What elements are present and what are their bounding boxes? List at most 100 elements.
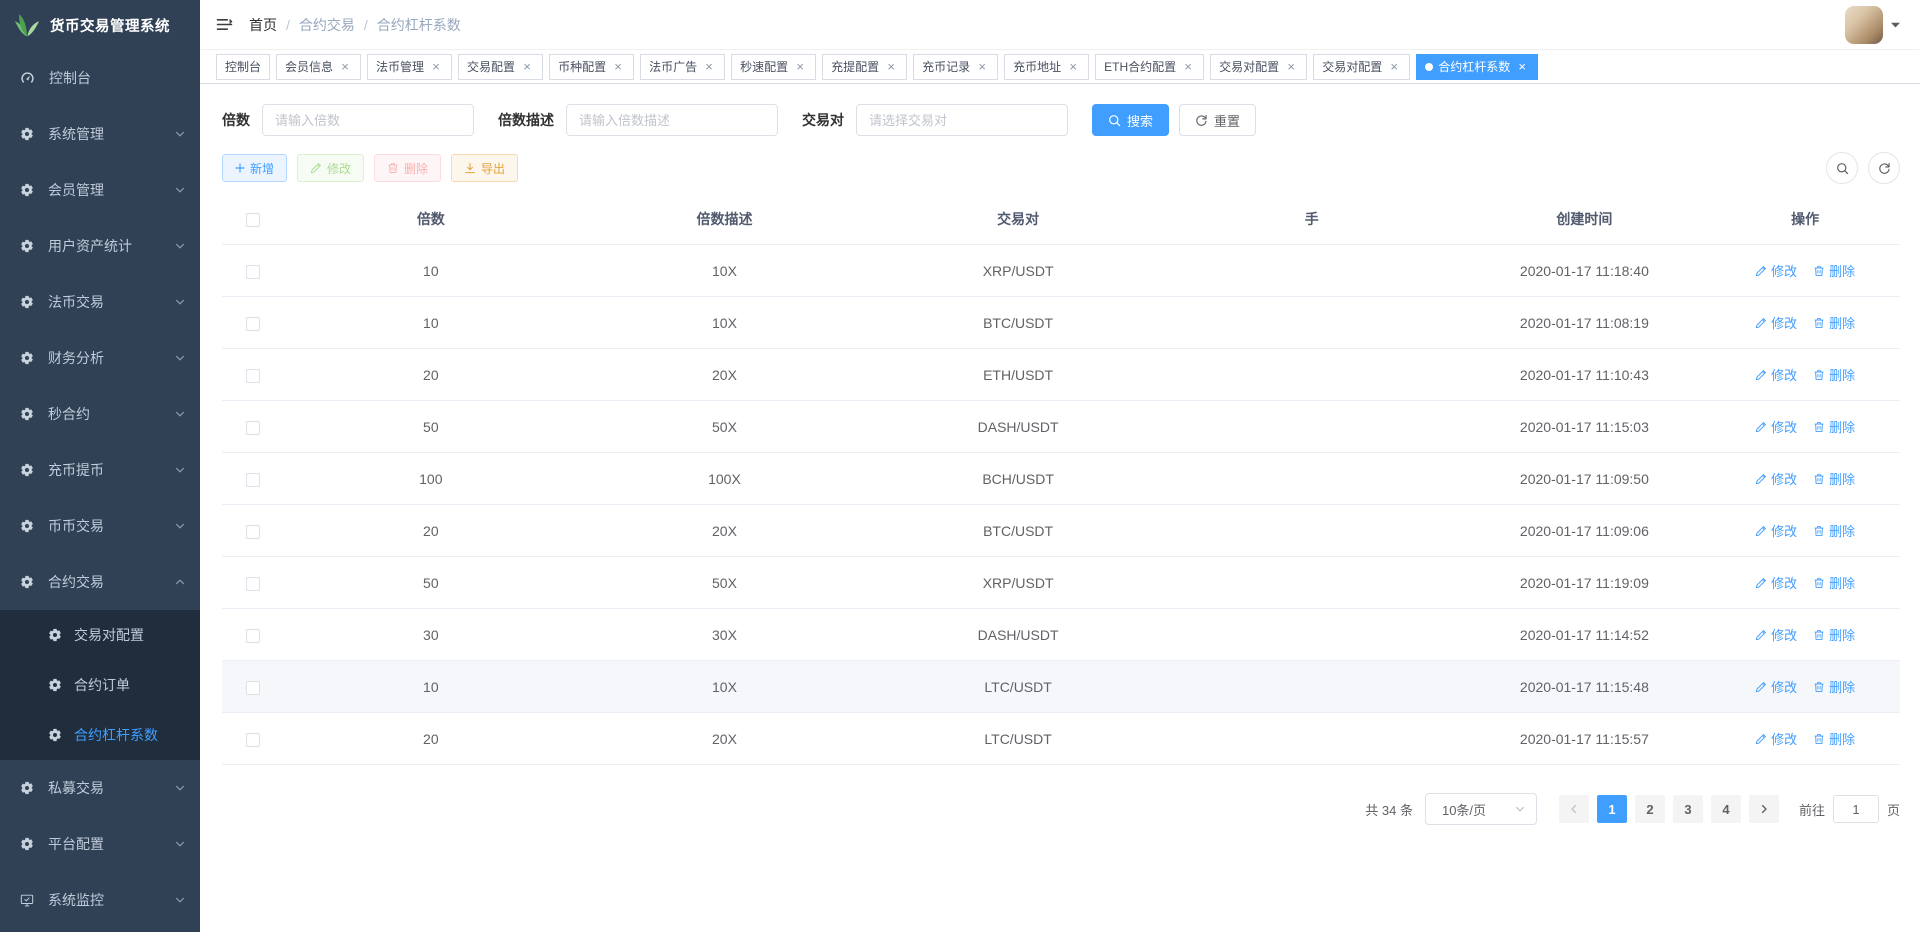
user-avatar[interactable] (1845, 6, 1883, 44)
tab-11[interactable]: ETH合约配置× (1095, 54, 1204, 80)
tab-13[interactable]: 交易对配置× (1313, 54, 1410, 80)
row-edit-link[interactable]: 修改 (1755, 261, 1797, 280)
sidebar-item-2[interactable]: 系统管理 (0, 106, 200, 162)
tab-close-icon[interactable]: × (793, 60, 807, 74)
tab-7[interactable]: 秒速配置× (731, 54, 816, 80)
next-page-button[interactable] (1749, 795, 1779, 823)
tab-close-icon[interactable]: × (975, 60, 989, 74)
delete-button[interactable]: 删除 (374, 154, 441, 182)
multiple-input[interactable] (262, 104, 474, 136)
edit-button[interactable]: 修改 (297, 154, 364, 182)
dashboard-icon (20, 71, 35, 86)
row-delete-link[interactable]: 删除 (1813, 625, 1855, 644)
tab-close-icon[interactable]: × (1181, 60, 1195, 74)
sidebar-subitem-3[interactable]: 合约杠杆系数 (0, 710, 200, 760)
tab-close-icon[interactable]: × (884, 60, 898, 74)
row-delete-link[interactable]: 删除 (1813, 573, 1855, 592)
row-checkbox[interactable] (246, 421, 260, 435)
page-button-1[interactable]: 1 (1597, 795, 1627, 823)
row-delete-link[interactable]: 删除 (1813, 521, 1855, 540)
sidebar-subitem-1[interactable]: 交易对配置 (0, 610, 200, 660)
row-checkbox[interactable] (246, 577, 260, 591)
sidebar-subitem-2[interactable]: 合约订单 (0, 660, 200, 710)
tab-9[interactable]: 充币记录× (913, 54, 998, 80)
row-delete-link[interactable]: 删除 (1813, 729, 1855, 748)
export-button[interactable]: 导出 (451, 154, 518, 182)
row-checkbox[interactable] (246, 733, 260, 747)
row-checkbox[interactable] (246, 369, 260, 383)
avatar-caret-down-icon[interactable] (1891, 22, 1900, 28)
goto-page-input[interactable] (1833, 795, 1879, 823)
select-all-checkbox[interactable] (246, 213, 260, 227)
tab-10[interactable]: 充币地址× (1004, 54, 1089, 80)
sidebar-item-10[interactable]: 合约交易 (0, 554, 200, 610)
page-button-4[interactable]: 4 (1711, 795, 1741, 823)
row-edit-link[interactable]: 修改 (1755, 677, 1797, 696)
row-delete-link[interactable]: 删除 (1813, 417, 1855, 436)
tab-close-icon[interactable]: × (429, 60, 443, 74)
row-delete-link[interactable]: 删除 (1813, 469, 1855, 488)
tab-2[interactable]: 会员信息× (276, 54, 361, 80)
tab-close-icon[interactable]: × (338, 60, 352, 74)
tab-3[interactable]: 法币管理× (367, 54, 452, 80)
tab-5[interactable]: 币种配置× (549, 54, 634, 80)
row-checkbox[interactable] (246, 525, 260, 539)
sidebar-item-3[interactable]: 会员管理 (0, 162, 200, 218)
sidebar-item-1[interactable]: 控制台 (0, 50, 200, 106)
row-edit-link[interactable]: 修改 (1755, 521, 1797, 540)
row-checkbox[interactable] (246, 265, 260, 279)
row-edit-link[interactable]: 修改 (1755, 573, 1797, 592)
tab-close-icon[interactable]: × (1387, 60, 1401, 74)
sidebar-item-6[interactable]: 财务分析 (0, 330, 200, 386)
sidebar-item-label: 秒合约 (48, 404, 90, 424)
row-actions-cell: 修改删除 (1710, 713, 1900, 765)
row-checkbox[interactable] (246, 629, 260, 643)
sidebar-item-13[interactable]: 系统监控 (0, 872, 200, 928)
table-search-toggle-button[interactable] (1826, 152, 1858, 184)
sidebar-item-5[interactable]: 法币交易 (0, 274, 200, 330)
tab-close-icon[interactable]: × (702, 60, 716, 74)
sidebar-item-4[interactable]: 用户资产统计 (0, 218, 200, 274)
row-edit-link[interactable]: 修改 (1755, 625, 1797, 644)
row-edit-link[interactable]: 修改 (1755, 313, 1797, 332)
page-button-2[interactable]: 2 (1635, 795, 1665, 823)
sidebar-item-8[interactable]: 充币提币 (0, 442, 200, 498)
row-checkbox[interactable] (246, 317, 260, 331)
reset-button[interactable]: 重置 (1179, 104, 1256, 136)
sidebar-item-7[interactable]: 秒合约 (0, 386, 200, 442)
tab-close-icon[interactable]: × (520, 60, 534, 74)
tab-close-icon[interactable]: × (1515, 60, 1529, 74)
table-refresh-button[interactable] (1868, 152, 1900, 184)
row-delete-link[interactable]: 删除 (1813, 677, 1855, 696)
sidebar-item-11[interactable]: 私募交易 (0, 760, 200, 816)
tab-close-icon[interactable]: × (611, 60, 625, 74)
tab-close-icon[interactable]: × (1066, 60, 1080, 74)
tab-8[interactable]: 充提配置× (822, 54, 907, 80)
row-edit-link[interactable]: 修改 (1755, 469, 1797, 488)
sidebar-item-9[interactable]: 币币交易 (0, 498, 200, 554)
pair-select[interactable] (856, 104, 1068, 136)
breadcrumb-item[interactable]: 首页 (249, 15, 277, 35)
tab-12[interactable]: 交易对配置× (1210, 54, 1307, 80)
tab-4[interactable]: 交易配置× (458, 54, 543, 80)
desc-input[interactable] (566, 104, 778, 136)
tab-6[interactable]: 法币广告× (640, 54, 725, 80)
add-button[interactable]: 新增 (222, 154, 287, 182)
sidebar-fold-icon[interactable] (216, 16, 233, 33)
tab-1[interactable]: 控制台 (216, 54, 270, 80)
row-edit-link[interactable]: 修改 (1755, 729, 1797, 748)
page-button-3[interactable]: 3 (1673, 795, 1703, 823)
row-checkbox[interactable] (246, 473, 260, 487)
tab-close-icon[interactable]: × (1284, 60, 1298, 74)
page-size-select[interactable]: 10条/页 (1425, 793, 1537, 825)
row-edit-link[interactable]: 修改 (1755, 365, 1797, 384)
row-checkbox[interactable] (246, 681, 260, 695)
row-delete-link[interactable]: 删除 (1813, 261, 1855, 280)
row-delete-link[interactable]: 删除 (1813, 365, 1855, 384)
sidebar-item-12[interactable]: 平台配置 (0, 816, 200, 872)
search-button[interactable]: 搜索 (1092, 104, 1169, 136)
row-edit-link[interactable]: 修改 (1755, 417, 1797, 436)
prev-page-button[interactable] (1559, 795, 1589, 823)
tab-14[interactable]: 合约杠杆系数× (1416, 54, 1538, 80)
row-delete-link[interactable]: 删除 (1813, 313, 1855, 332)
